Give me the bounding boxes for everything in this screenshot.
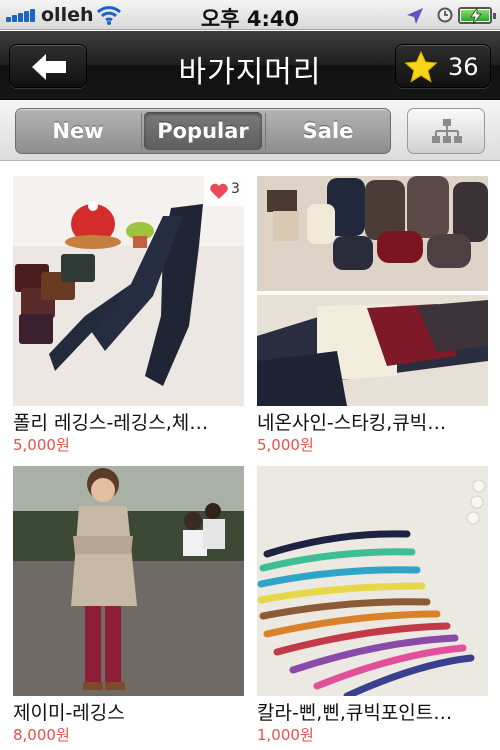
tab-sale[interactable]: Sale: [266, 109, 390, 153]
sort-segmented-control: New Popular Sale: [15, 108, 391, 154]
location-arrow-icon: [407, 8, 423, 24]
product-price: 5,000원: [257, 436, 314, 454]
battery-icon: [458, 7, 496, 24]
navigation-bar: 바가지머리 36: [0, 31, 500, 100]
product-image-hairpins[interactable]: [257, 466, 488, 696]
back-arrow-icon: [32, 54, 66, 80]
product-name[interactable]: 폴리 레깅스-레깅스,체…: [13, 408, 248, 435]
product-price: 1,000원: [257, 726, 314, 744]
filter-toolbar: New Popular Sale: [0, 101, 500, 161]
heart-icon: [210, 183, 228, 199]
status-bar: olleh 오후 4:40: [0, 0, 500, 31]
star-icon: [404, 51, 438, 83]
product-price: 5,000원: [13, 436, 70, 454]
like-badge[interactable]: 3: [204, 176, 244, 206]
product-name[interactable]: 제이미-레깅스: [13, 698, 248, 725]
category-tree-button[interactable]: [407, 108, 485, 154]
tab-new[interactable]: New: [16, 109, 140, 153]
clock-icon: [437, 7, 453, 23]
product-image-model-leggings[interactable]: [13, 466, 244, 696]
product-image-leggings[interactable]: 3: [13, 176, 244, 406]
sitemap-icon: [432, 119, 462, 143]
page-title: 바가지머리: [178, 55, 322, 90]
status-clock: 오후 4:40: [200, 7, 300, 31]
product-name[interactable]: 네온사인-스타킹,큐빅…: [257, 408, 492, 435]
favorites-button[interactable]: 36: [395, 44, 491, 88]
like-count: 3: [231, 181, 240, 197]
product-image-stockings[interactable]: [257, 176, 488, 406]
favorites-count: 36: [448, 53, 479, 81]
product-price: 8,000원: [13, 726, 70, 744]
product-name[interactable]: 칼라-삔,삔,큐빅포인트…: [257, 698, 492, 725]
tab-popular[interactable]: Popular: [144, 112, 262, 150]
back-button[interactable]: [9, 44, 87, 88]
